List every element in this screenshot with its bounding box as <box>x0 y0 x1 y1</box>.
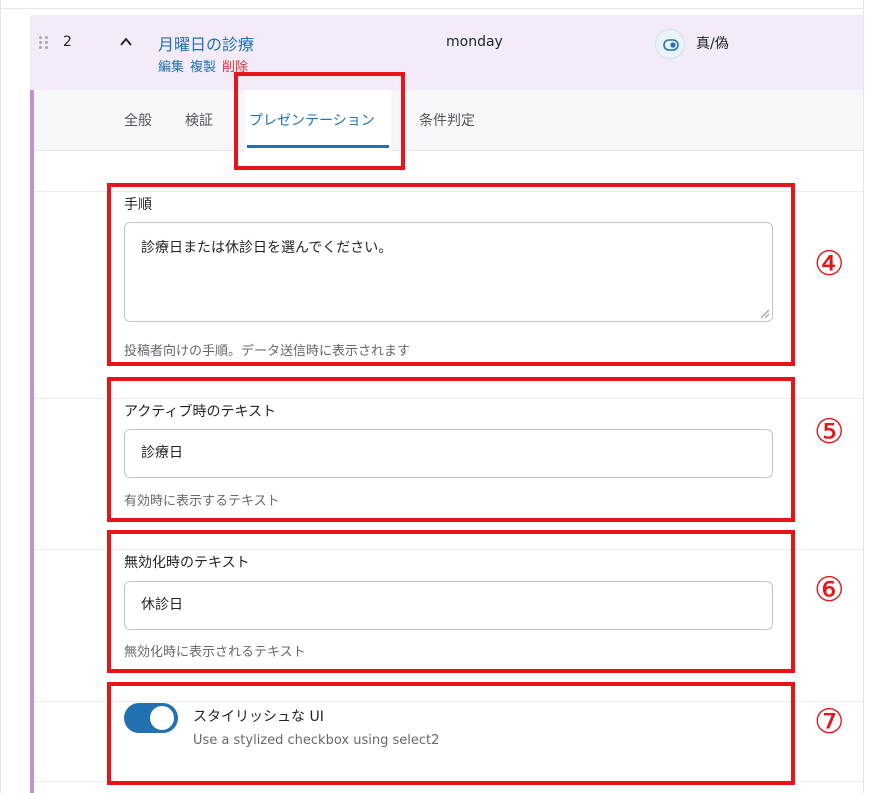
chevron-up-icon[interactable] <box>119 35 133 49</box>
annotation-number-7: ⑦ <box>814 702 845 742</box>
annotation-box-5 <box>107 377 795 522</box>
field-name: monday <box>446 34 503 50</box>
annotation-box-6 <box>107 530 795 673</box>
tab-general[interactable]: 全般 <box>124 110 152 130</box>
annotation-number-6: ⑥ <box>814 570 845 610</box>
annotation-box-presentation-tab <box>234 72 405 170</box>
annotation-box-4 <box>107 183 795 366</box>
annotation-box-7 <box>107 682 795 785</box>
field-accent-bar <box>30 90 34 793</box>
field-order-number: 2 <box>63 34 72 50</box>
annotation-number-5: ⑤ <box>814 412 845 452</box>
edit-link[interactable]: 編集 <box>158 60 184 75</box>
top-divider <box>0 8 864 9</box>
field-label-link[interactable]: 月曜日の診療 <box>158 31 254 55</box>
field-type-label: 真/偽 <box>696 36 729 52</box>
tab-validation[interactable]: 検証 <box>185 110 213 130</box>
tab-conditional-logic[interactable]: 条件判定 <box>419 110 475 130</box>
drag-handle-icon[interactable] <box>39 36 49 50</box>
true-false-type-icon <box>655 29 685 59</box>
field-editor: 2 月曜日の診療 編集 複製 削除 monday 真/偽 全般 検証 プレゼンテーシ… <box>0 0 880 793</box>
frame-border-left <box>0 0 1 793</box>
frame-border-right <box>863 0 864 793</box>
annotation-number-4: ④ <box>814 244 845 284</box>
duplicate-link[interactable]: 複製 <box>190 60 216 75</box>
field-row-header[interactable] <box>30 15 863 90</box>
